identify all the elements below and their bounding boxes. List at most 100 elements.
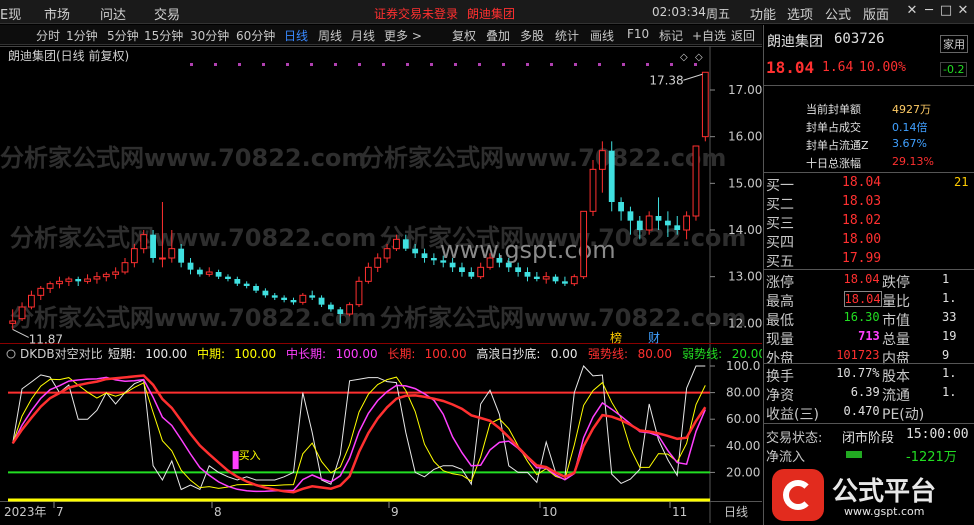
stat-label: 收益(三) xyxy=(766,407,819,423)
sector-tag[interactable]: 家用 xyxy=(940,35,968,53)
order-row[interactable]: 买二 18.03 xyxy=(764,194,974,213)
event-dot xyxy=(694,63,697,66)
order-row[interactable]: 买五 17.99 xyxy=(764,251,974,270)
menu-item-layout[interactable]: 版面 xyxy=(863,4,889,23)
menu-item-market[interactable]: 市场 xyxy=(44,4,70,23)
trade-status-row: 交易状态: 闭市阶段 15:00:00 xyxy=(764,427,974,446)
event-dot xyxy=(646,63,649,66)
stat-label-2: 量比 xyxy=(882,294,910,310)
candle-body xyxy=(281,297,288,300)
net-inflow-row: 净流入 -1221万 xyxy=(764,446,974,465)
divider xyxy=(764,363,974,364)
tool-add-favorite[interactable]: +自选 xyxy=(692,27,726,44)
order-row[interactable]: 买一 18.04 21 xyxy=(764,175,974,194)
tab-15min[interactable]: 15分钟 xyxy=(144,27,183,44)
menu-item-trade[interactable]: 交易 xyxy=(154,4,180,23)
candle-body xyxy=(215,272,222,277)
candle-body xyxy=(505,262,512,268)
menu-item-ask[interactable]: 问达 xyxy=(100,4,126,23)
order-label: 买五 xyxy=(766,254,794,270)
menu-item-options[interactable]: 选项 xyxy=(787,4,813,23)
chart-area[interactable]: 分析家公式网www.70822.com 分析家公式网www.70822.com 分析… xyxy=(0,46,762,523)
candle-body xyxy=(449,262,456,268)
divider xyxy=(764,423,974,424)
stat-value-2: 1 xyxy=(942,272,950,286)
candle-body xyxy=(65,278,73,282)
period-label: 日线 xyxy=(724,505,748,519)
tool-overlay[interactable]: 叠加 xyxy=(486,27,510,44)
short-term-line xyxy=(12,365,706,491)
sector-change: -0.2 xyxy=(940,62,968,77)
price-tick-label: 17.00 xyxy=(728,83,762,97)
tool-back[interactable]: 返回 xyxy=(731,27,755,44)
candle-body xyxy=(421,253,428,258)
order-price: 18.04 xyxy=(842,175,882,190)
close-small-icon[interactable]: ✕ xyxy=(903,3,921,18)
tab-more[interactable]: 更多 > xyxy=(384,27,422,44)
tab-intraday[interactable]: 分时 xyxy=(36,27,60,44)
login-status[interactable]: 证券交易未登录 xyxy=(374,5,458,22)
candle-body xyxy=(364,266,372,282)
tab-5min[interactable]: 5分钟 xyxy=(107,27,139,44)
price-tick-label: 12.00 xyxy=(728,316,762,330)
minimize-icon[interactable]: ─ xyxy=(920,3,938,18)
last-price: 18.04 xyxy=(766,58,815,77)
tool-f10[interactable]: F10 xyxy=(627,27,649,41)
menu-item-formula[interactable]: 公式 xyxy=(825,4,851,23)
event-dot xyxy=(358,63,361,66)
close-icon[interactable]: ✕ xyxy=(954,3,972,18)
seal-row-3: 封单占流通Z 3.67% xyxy=(764,137,974,156)
tab-daily[interactable]: 日线 xyxy=(284,27,308,44)
tool-adjust[interactable]: 复权 xyxy=(452,27,476,44)
stat-label: 现量 xyxy=(766,332,794,348)
price-tick-label: 14.00 xyxy=(728,223,762,237)
watermark-text: 分析家公式网www.70822.com xyxy=(360,144,726,172)
candle-body xyxy=(168,248,176,259)
clock-weekday: 周五 xyxy=(706,7,731,21)
candle-body xyxy=(262,290,269,296)
seal-value: 0.14倍 xyxy=(892,121,928,134)
tool-stats[interactable]: 统计 xyxy=(555,27,579,44)
stat-label-2: 跌停 xyxy=(882,275,910,291)
event-dot xyxy=(526,63,529,66)
tool-multi[interactable]: 多股 xyxy=(520,27,544,44)
price-row: 18.04 1.64 10.00% -0.2 xyxy=(764,58,974,80)
candle-body xyxy=(542,276,550,280)
candle-body xyxy=(524,272,531,277)
stat-label-2: 内盘 xyxy=(882,351,910,367)
maximize-icon[interactable]: □ xyxy=(937,3,955,18)
x-axis-label: 9 xyxy=(391,505,399,519)
candle-body xyxy=(205,271,213,275)
stat-label-2: 股本 xyxy=(882,369,910,385)
event-dot xyxy=(310,63,313,66)
kline-chart[interactable]: 分析家公式网www.70822.com分析家公式网www.70822.com分析… xyxy=(0,46,762,523)
tab-60min[interactable]: 60分钟 xyxy=(236,27,275,44)
candle-body xyxy=(374,257,382,268)
seal-row-2: 封单占成交 0.14倍 xyxy=(764,119,974,138)
stat-value: 16.30 xyxy=(843,310,880,324)
candle-body xyxy=(121,262,129,273)
watermark-url: www.gspt.com xyxy=(440,236,616,264)
stat-value-2: 1. xyxy=(942,385,957,399)
order-row[interactable]: 买四 18.00 xyxy=(764,232,974,251)
candle-body xyxy=(692,145,700,217)
event-dot xyxy=(598,63,601,66)
menu-item-function[interactable]: 功能 xyxy=(750,4,776,23)
tab-weekly[interactable]: 周线 xyxy=(318,27,342,44)
menu-stock-name: 朗迪集团 xyxy=(467,7,516,21)
tool-draw[interactable]: 画线 xyxy=(590,27,614,44)
price-change: 1.64 xyxy=(822,60,854,75)
candle-body xyxy=(440,260,447,263)
tab-monthly[interactable]: 月线 xyxy=(351,27,375,44)
stat-label: 换手 xyxy=(766,369,794,385)
candle-body xyxy=(674,225,681,230)
menu-item-realtime[interactable]: E现 xyxy=(0,4,21,23)
indicator-tick-label: 100.0 xyxy=(726,359,760,373)
tab-30min[interactable]: 30分钟 xyxy=(190,27,229,44)
order-row[interactable]: 买三 18.02 xyxy=(764,213,974,232)
net-inflow-value: -1221万 xyxy=(906,450,957,465)
tab-1min[interactable]: 1分钟 xyxy=(66,27,98,44)
tool-mark[interactable]: 标记 xyxy=(659,27,683,44)
candle-body xyxy=(234,279,241,284)
logo-url: www.gspt.com xyxy=(844,505,925,518)
